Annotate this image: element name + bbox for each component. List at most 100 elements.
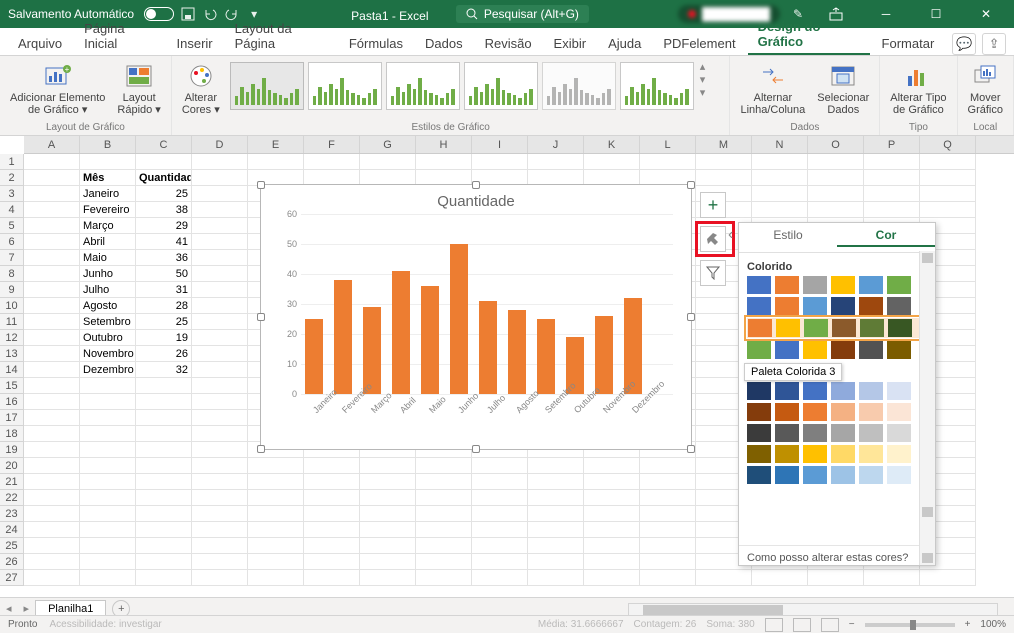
cell[interactable] bbox=[192, 522, 248, 538]
cell[interactable] bbox=[192, 154, 248, 170]
row-header[interactable]: 11 bbox=[0, 314, 24, 330]
row-header[interactable]: 27 bbox=[0, 570, 24, 586]
cell[interactable] bbox=[920, 570, 976, 586]
color-palette-row[interactable] bbox=[747, 276, 927, 294]
cell[interactable] bbox=[920, 186, 976, 202]
cell[interactable] bbox=[864, 202, 920, 218]
cell[interactable] bbox=[136, 394, 192, 410]
popup-footer-link[interactable]: Como posso alterar estas cores? bbox=[739, 545, 935, 570]
cell[interactable] bbox=[192, 458, 248, 474]
cell[interactable]: Junho bbox=[80, 266, 136, 282]
cell[interactable] bbox=[472, 458, 528, 474]
cell[interactable]: 25 bbox=[136, 186, 192, 202]
cell[interactable] bbox=[248, 538, 304, 554]
cell[interactable] bbox=[80, 442, 136, 458]
cell[interactable] bbox=[528, 522, 584, 538]
tab-layout-da-pagina[interactable]: Layout da Página bbox=[225, 17, 337, 55]
chart-bar[interactable] bbox=[305, 319, 323, 394]
qat-dropdown-icon[interactable]: ▾ bbox=[246, 6, 262, 22]
add-chart-element-button[interactable]: +Adicionar Elemento de Gráfico ▾ bbox=[6, 60, 109, 118]
cell[interactable] bbox=[416, 458, 472, 474]
cell[interactable] bbox=[640, 522, 696, 538]
cell[interactable] bbox=[136, 426, 192, 442]
cell[interactable] bbox=[808, 154, 864, 170]
cell[interactable] bbox=[696, 570, 752, 586]
zoom-slider[interactable] bbox=[865, 623, 955, 627]
tab-ajuda[interactable]: Ajuda bbox=[598, 32, 651, 55]
cell[interactable] bbox=[192, 250, 248, 266]
cell[interactable] bbox=[24, 186, 80, 202]
cell[interactable]: Mês bbox=[80, 170, 136, 186]
cell[interactable] bbox=[472, 538, 528, 554]
row-header[interactable]: 18 bbox=[0, 426, 24, 442]
color-palette-row[interactable] bbox=[747, 445, 927, 463]
cell[interactable] bbox=[192, 298, 248, 314]
cell[interactable] bbox=[472, 554, 528, 570]
cell[interactable] bbox=[80, 378, 136, 394]
sheet-tab-planilha1[interactable]: Planilha1 bbox=[35, 600, 106, 617]
cell[interactable] bbox=[192, 218, 248, 234]
cell[interactable] bbox=[192, 282, 248, 298]
gallery-up-icon[interactable]: ▴ bbox=[700, 60, 714, 73]
cell[interactable]: Abril bbox=[80, 234, 136, 250]
cell[interactable] bbox=[752, 154, 808, 170]
cell[interactable]: Janeiro bbox=[80, 186, 136, 202]
tab-formulas[interactable]: Fórmulas bbox=[339, 32, 413, 55]
chart-title[interactable]: Quantidade bbox=[261, 185, 691, 214]
cell[interactable]: Fevereiro bbox=[80, 202, 136, 218]
cell[interactable] bbox=[192, 394, 248, 410]
chart-style-thumb[interactable] bbox=[386, 62, 460, 110]
color-palette-row[interactable] bbox=[747, 318, 927, 338]
cell[interactable] bbox=[864, 154, 920, 170]
cell[interactable] bbox=[80, 554, 136, 570]
chart-bar[interactable] bbox=[450, 244, 468, 394]
row-header[interactable]: 14 bbox=[0, 362, 24, 378]
cell[interactable] bbox=[24, 490, 80, 506]
cell[interactable] bbox=[416, 474, 472, 490]
cell[interactable] bbox=[472, 506, 528, 522]
column-header[interactable]: Q bbox=[920, 136, 976, 153]
column-header[interactable]: E bbox=[248, 136, 304, 153]
cell[interactable] bbox=[416, 538, 472, 554]
color-palette-row[interactable] bbox=[747, 466, 927, 484]
cell[interactable] bbox=[192, 266, 248, 282]
row-header[interactable]: 7 bbox=[0, 250, 24, 266]
share-icon[interactable]: ⇪ bbox=[982, 33, 1006, 55]
chart-filters-button[interactable] bbox=[700, 260, 726, 286]
cell[interactable] bbox=[360, 490, 416, 506]
cell[interactable] bbox=[80, 506, 136, 522]
cell[interactable] bbox=[752, 186, 808, 202]
cell[interactable] bbox=[80, 154, 136, 170]
cell[interactable] bbox=[192, 186, 248, 202]
close-button[interactable]: ✕ bbox=[966, 0, 1006, 28]
cell[interactable] bbox=[192, 538, 248, 554]
cell[interactable] bbox=[584, 570, 640, 586]
cell[interactable] bbox=[24, 554, 80, 570]
cell[interactable] bbox=[360, 474, 416, 490]
column-header[interactable]: M bbox=[696, 136, 752, 153]
cell[interactable] bbox=[192, 442, 248, 458]
cell[interactable] bbox=[864, 186, 920, 202]
chart-style-thumb[interactable] bbox=[464, 62, 538, 110]
zoom-level[interactable]: 100% bbox=[980, 619, 1006, 630]
user-account[interactable]: ████████ bbox=[678, 5, 780, 23]
cell[interactable] bbox=[360, 554, 416, 570]
column-header[interactable]: J bbox=[528, 136, 584, 153]
cell[interactable] bbox=[304, 490, 360, 506]
cell[interactable] bbox=[416, 490, 472, 506]
cell[interactable] bbox=[584, 154, 640, 170]
switch-row-column-button[interactable]: Alternar Linha/Coluna bbox=[736, 60, 809, 118]
cell[interactable] bbox=[360, 506, 416, 522]
cell[interactable] bbox=[136, 154, 192, 170]
cell[interactable] bbox=[472, 570, 528, 586]
autosave-toggle[interactable] bbox=[144, 7, 174, 21]
cell[interactable] bbox=[192, 474, 248, 490]
cell[interactable] bbox=[472, 522, 528, 538]
undo-icon[interactable] bbox=[202, 6, 218, 22]
cell[interactable] bbox=[136, 554, 192, 570]
cell[interactable] bbox=[24, 538, 80, 554]
cell[interactable]: 32 bbox=[136, 362, 192, 378]
cell[interactable] bbox=[192, 506, 248, 522]
cell[interactable]: Setembro bbox=[80, 314, 136, 330]
cell[interactable] bbox=[920, 170, 976, 186]
